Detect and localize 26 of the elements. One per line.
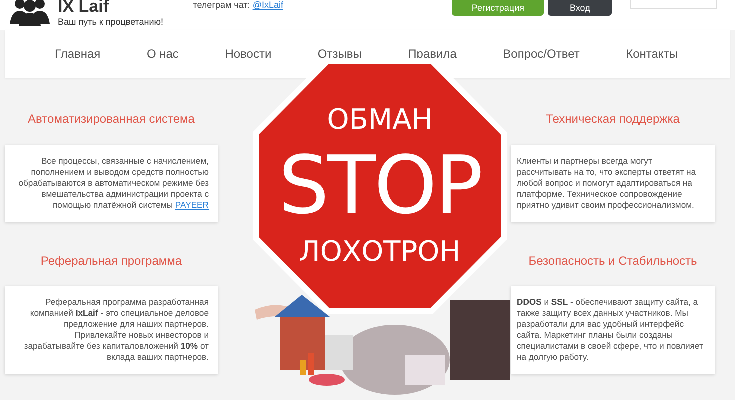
nav-link[interactable]: Главная [55,47,101,61]
feature-description: Реферальная программа разработанная компанией IxLaif - это специальное деловое предложение для наших партнеров. Привлекайте новых инвесторов и зарабатывайте без капиталовложений 10% от вклада ваших партнеров. [5,286,218,374]
nav-link[interactable]: Новости [225,47,272,61]
payeer-link[interactable]: PAYEER [175,200,209,210]
feature-description: Клиенты и партнеры всегда могут рассчитывать на то, что эксперты ответят на любой вопрос и помогут адаптироваться на платформе. Техническое сопровождение приятно удивит своим профессионализмом. [511,144,715,222]
people-logo-icon [8,0,52,26]
feature-description: Все процессы, связанные с начислением, пополнением и выводом средств полностью обрабатываются в автоматическом режиме без вмешательства администрации проекта с помощью платёжной системы PAYEER [5,144,218,222]
feature-description: DDOS и SSL - обеспечивают защиту сайта, а также защиту всех данных участников. Мы разработали для вас удобный интерфейс сайта. Маркетинг планы были созданы специалистами в своей сфере, что и повлияет на долгую работу. [511,286,715,374]
feature-title: Реферальная программа [40,254,184,268]
telegram-label: телеграм чат: [193,0,250,10]
feature-title: Автоматизированная система [27,112,196,126]
sign-top-text: ОБМАН [327,104,433,136]
nav-link[interactable]: Отзывы [318,47,362,61]
nav-link[interactable]: Вопрос/Ответ [503,47,580,61]
feature-title: Техническая поддержка [545,112,681,126]
site-logo-text[interactable]: IX Laif [58,0,164,14]
login-button[interactable]: Вход [548,0,612,16]
sign-bottom-text: ЛОХОТРОН [299,236,461,268]
input-field[interactable] [630,0,717,9]
nav-link[interactable]: Контакты [626,47,678,61]
stop-text: STOP [278,140,482,232]
feature-title: Безопасность и Стабильность [528,254,698,268]
nav-link[interactable]: О нас [146,47,179,61]
tagline: Ваш путь к процветанию! [58,17,164,27]
telegram-link[interactable]: @IxLaif [252,0,284,10]
nav-link[interactable]: Правила [408,47,457,61]
